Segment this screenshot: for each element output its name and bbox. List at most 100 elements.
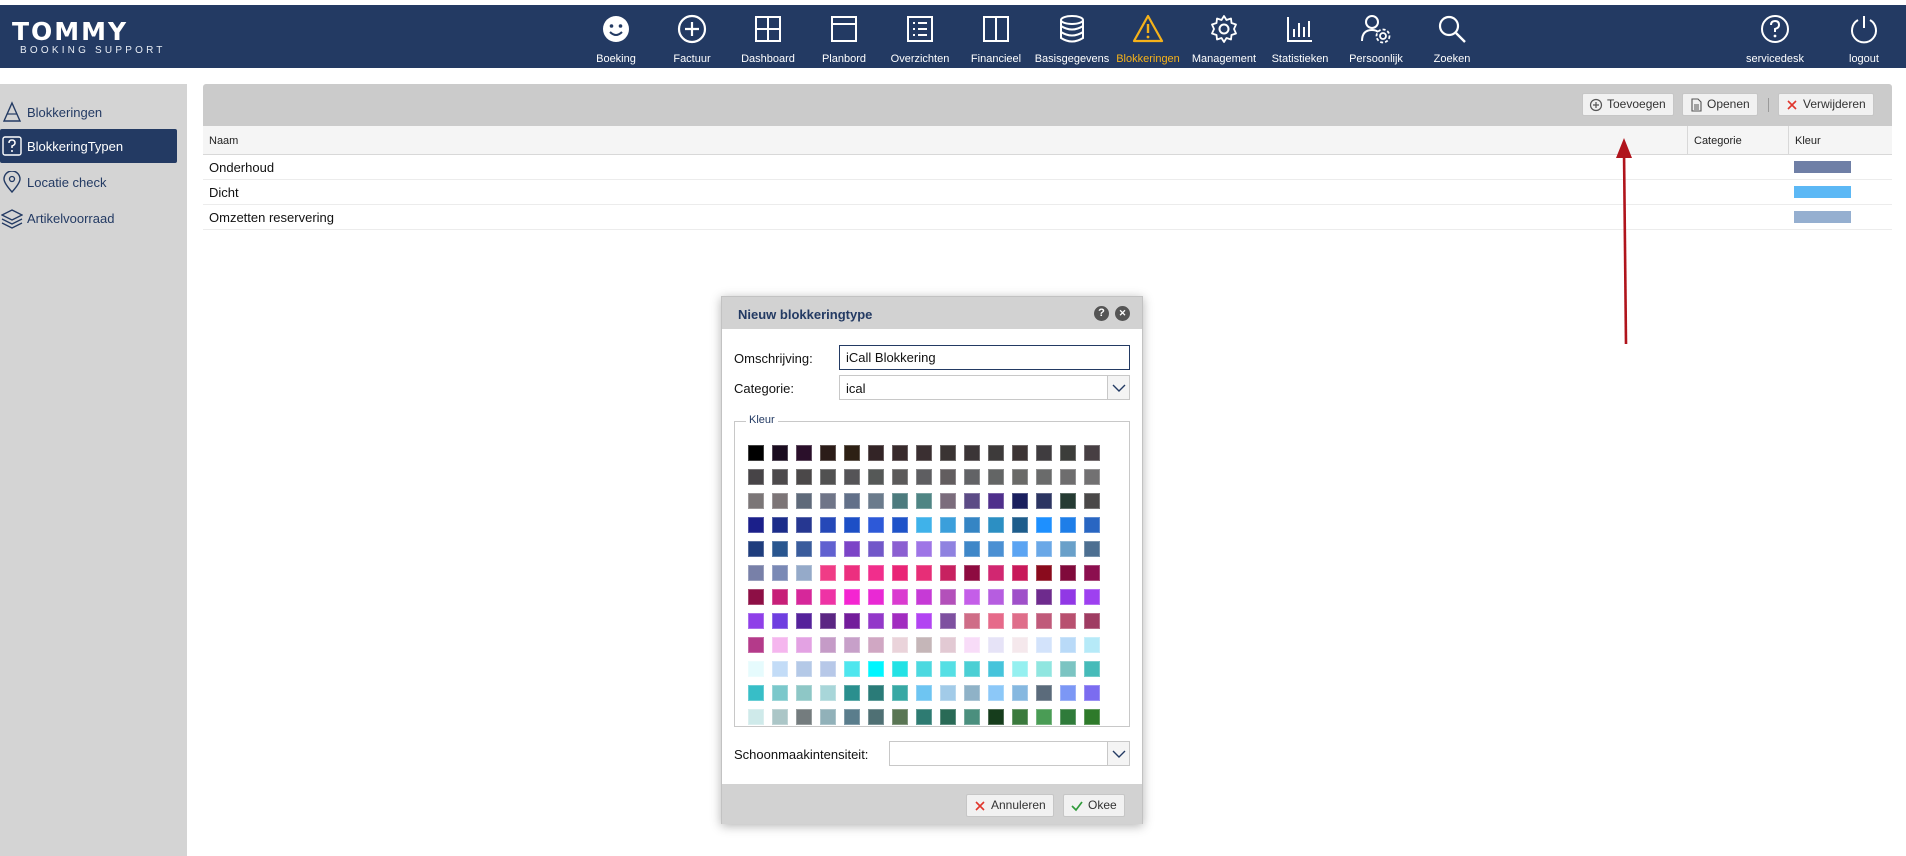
color-swatch[interactable] <box>1060 445 1076 461</box>
color-swatch[interactable] <box>1012 685 1028 701</box>
add-button[interactable]: Toevoegen <box>1582 93 1674 116</box>
color-swatch[interactable] <box>1036 445 1052 461</box>
color-swatch[interactable] <box>892 541 908 557</box>
color-swatch[interactable] <box>964 589 980 605</box>
color-swatch[interactable] <box>868 613 884 629</box>
color-swatch[interactable] <box>868 637 884 653</box>
color-swatch[interactable] <box>1084 565 1100 581</box>
color-swatch[interactable] <box>988 709 1004 725</box>
color-swatch[interactable] <box>1060 661 1076 677</box>
color-swatch[interactable] <box>940 613 956 629</box>
color-swatch[interactable] <box>892 517 908 533</box>
color-swatch[interactable] <box>796 565 812 581</box>
color-swatch[interactable] <box>1060 493 1076 509</box>
help-icon[interactable]: ? <box>1094 306 1109 321</box>
nav-item-factuur[interactable]: Factuur <box>654 9 730 67</box>
color-swatch[interactable] <box>964 685 980 701</box>
color-swatch[interactable] <box>868 469 884 485</box>
color-swatch[interactable] <box>1084 613 1100 629</box>
color-swatch[interactable] <box>748 685 764 701</box>
color-swatch[interactable] <box>1036 493 1052 509</box>
color-swatch[interactable] <box>1012 613 1028 629</box>
color-swatch[interactable] <box>1084 661 1100 677</box>
color-swatch[interactable] <box>772 613 788 629</box>
color-swatch[interactable] <box>964 661 980 677</box>
color-swatch[interactable] <box>748 661 764 677</box>
color-swatch[interactable] <box>820 541 836 557</box>
color-swatch[interactable] <box>1012 469 1028 485</box>
dropdown-toggle[interactable] <box>1107 742 1129 765</box>
color-swatch[interactable] <box>892 661 908 677</box>
column-header-kleur[interactable]: Kleur <box>1789 126 1892 155</box>
schoonmaakintensiteit-select[interactable] <box>889 741 1130 766</box>
nav-item-persoonlijk[interactable]: Persoonlijk <box>1338 9 1414 67</box>
color-swatch[interactable] <box>820 637 836 653</box>
color-swatch[interactable] <box>772 565 788 581</box>
color-swatch[interactable] <box>820 685 836 701</box>
color-swatch[interactable] <box>748 469 764 485</box>
color-swatch[interactable] <box>868 565 884 581</box>
color-swatch[interactable] <box>1036 565 1052 581</box>
color-swatch[interactable] <box>892 613 908 629</box>
color-swatch[interactable] <box>844 685 860 701</box>
color-swatch[interactable] <box>964 445 980 461</box>
color-swatch[interactable] <box>1060 589 1076 605</box>
color-swatch[interactable] <box>1084 445 1100 461</box>
color-swatch[interactable] <box>916 493 932 509</box>
sidebar-item-blokkeringen[interactable]: Blokkeringen <box>0 95 177 129</box>
color-swatch[interactable] <box>892 565 908 581</box>
color-swatch[interactable] <box>964 541 980 557</box>
color-swatch[interactable] <box>1012 445 1028 461</box>
color-swatch[interactable] <box>1036 709 1052 725</box>
color-swatch[interactable] <box>868 709 884 725</box>
color-swatch[interactable] <box>1084 637 1100 653</box>
dropdown-toggle[interactable] <box>1107 376 1129 399</box>
tommy-logo[interactable]: TOMMY BOOKING SUPPORT <box>12 19 182 59</box>
nav-item-planbord[interactable]: Planbord <box>806 9 882 67</box>
color-swatch[interactable] <box>1084 541 1100 557</box>
color-swatch[interactable] <box>916 565 932 581</box>
sidebar-item-locatie-check[interactable]: Locatie check <box>0 165 177 199</box>
color-swatch[interactable] <box>748 565 764 581</box>
color-swatch[interactable] <box>1012 637 1028 653</box>
color-swatch[interactable] <box>772 493 788 509</box>
color-swatch[interactable] <box>772 709 788 725</box>
color-swatch[interactable] <box>1036 661 1052 677</box>
color-swatch[interactable] <box>796 685 812 701</box>
color-swatch[interactable] <box>892 445 908 461</box>
color-swatch[interactable] <box>772 517 788 533</box>
color-swatch[interactable] <box>1060 565 1076 581</box>
color-swatch[interactable] <box>844 445 860 461</box>
color-swatch[interactable] <box>1084 709 1100 725</box>
color-swatch[interactable] <box>988 493 1004 509</box>
color-swatch[interactable] <box>1036 517 1052 533</box>
color-swatch[interactable] <box>964 709 980 725</box>
color-swatch[interactable] <box>844 613 860 629</box>
color-swatch[interactable] <box>772 661 788 677</box>
color-swatch[interactable] <box>916 517 932 533</box>
color-swatch[interactable] <box>940 685 956 701</box>
color-swatch[interactable] <box>1036 541 1052 557</box>
color-swatch[interactable] <box>964 493 980 509</box>
color-swatch[interactable] <box>796 469 812 485</box>
color-swatch[interactable] <box>940 445 956 461</box>
color-swatch[interactable] <box>844 661 860 677</box>
nav-item-logout[interactable]: logout <box>1826 9 1902 67</box>
color-swatch[interactable] <box>940 541 956 557</box>
color-swatch[interactable] <box>1012 709 1028 725</box>
color-swatch[interactable] <box>844 517 860 533</box>
nav-item-servicedesk[interactable]: servicedesk <box>1737 9 1813 67</box>
color-swatch[interactable] <box>916 661 932 677</box>
color-swatch[interactable] <box>916 637 932 653</box>
color-swatch[interactable] <box>1060 517 1076 533</box>
color-swatch[interactable] <box>1084 685 1100 701</box>
categorie-select[interactable]: ical <box>839 375 1130 400</box>
nav-item-financieel[interactable]: Financieel <box>958 9 1034 67</box>
color-swatch[interactable] <box>748 493 764 509</box>
color-swatch[interactable] <box>916 445 932 461</box>
color-swatch[interactable] <box>796 613 812 629</box>
color-swatch[interactable] <box>988 589 1004 605</box>
color-swatch[interactable] <box>940 493 956 509</box>
color-swatch[interactable] <box>748 637 764 653</box>
color-swatch[interactable] <box>964 517 980 533</box>
